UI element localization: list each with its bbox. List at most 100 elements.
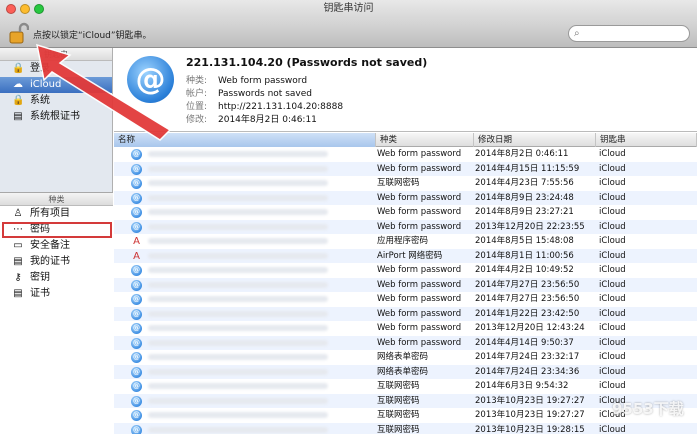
blurred-name [148, 151, 328, 157]
cell-kind: Web form password [377, 221, 462, 232]
table-row[interactable]: @ Web form password 2014年8月9日 23:27:21 iClo… [114, 205, 697, 220]
table-row[interactable]: @ Web form password 2014年1月22日 23:42:50 iCl… [114, 306, 697, 321]
search-field[interactable]: ⌕ [568, 25, 690, 42]
cell-keychain: iCloud [599, 250, 626, 261]
column-name[interactable]: 名称 [114, 133, 376, 147]
at-icon: @ [131, 337, 142, 349]
lock-hint-text: 点按以锁定“iCloud”钥匙串。 [33, 31, 152, 41]
blurred-name [148, 180, 328, 186]
sidebar-item-label: iCloud [30, 79, 62, 90]
sidebar-category-item[interactable]: ▤ 证书 [0, 286, 113, 302]
table-row[interactable]: @ 互联网密码 2013年10月23日 19:27:27 iCloud [114, 408, 697, 423]
at-icon: @ [131, 149, 142, 160]
cell-date: 2013年10月23日 19:28:15 [475, 424, 585, 434]
detail-value: 2014年8月2日 0:46:11 [218, 115, 317, 125]
at-icon: @ [131, 207, 142, 218]
cell-date: 2014年8月5日 15:48:08 [475, 236, 574, 246]
cloud-icon: ☁ [13, 79, 23, 90]
table-row[interactable]: @ 互联网密码 2013年10月23日 19:28:15 iCloud [114, 422, 697, 434]
zoom-window-button[interactable] [34, 4, 44, 14]
sidebar-item-label: 系统根证书 [30, 111, 80, 122]
cell-date: 2014年4月15日 11:15:59 [475, 163, 580, 174]
cell-keychain: iCloud [599, 294, 626, 304]
table-row[interactable]: @ Web form password 2013年12月20日 12:43:24 iC… [114, 321, 697, 336]
category-header: 种类 [0, 193, 113, 206]
minimize-window-button[interactable] [20, 4, 30, 14]
category-list: ♙ 所有项目 ⋯ 密码 ▭ 安全备注 ▤ 我的证书 ⚷ 密钥 ▤ 证书 [0, 206, 113, 302]
blurred-name [148, 252, 328, 259]
table-row[interactable]: @ 互联网密码 2014年4月23日 7:55:56 iCloud [114, 176, 697, 191]
sidebar-category-item[interactable]: ▭ 安全备注 [0, 238, 113, 254]
cell-keychain: iCloud [599, 236, 626, 246]
cell-date: 2014年8月9日 23:27:21 [475, 207, 574, 217]
at-icon: @ [131, 395, 142, 407]
person-icon: ♙ [13, 208, 23, 219]
table-row[interactable]: @ 网络表单密码 2014年7月24日 23:34:36 iCloud [114, 364, 697, 379]
certificate-icon: ▤ [13, 256, 23, 267]
table-row[interactable]: @ Web form password 2014年8月9日 23:24:48 iClo… [114, 190, 697, 205]
detail-row: 修改: 2014年8月2日 0:46:11 [186, 112, 317, 125]
detail-key: 种类: [186, 76, 208, 86]
cell-date: 2014年8月1日 11:00:56 [475, 250, 574, 261]
table-row[interactable]: @ Web form password 2014年7月27日 23:56:50 iCl… [114, 277, 697, 292]
table-row[interactable]: A AirPort 网络密码 2014年8月1日 11:00:56 iCloud [114, 248, 697, 263]
table-row[interactable]: @ Web form password 2013年12月20日 22:23:55 iC… [114, 219, 697, 234]
cell-keychain: iCloud [599, 163, 626, 174]
at-icon: @ [131, 308, 142, 320]
table-row[interactable]: A 应用程序密码 2014年8月5日 15:48:08 iCloud [114, 234, 697, 249]
table-row[interactable]: @ 互联网密码 2013年10月23日 19:27:27 iCloud [114, 393, 697, 408]
table-row[interactable]: @ Web form password 2014年8月2日 0:46:11 iClou… [114, 147, 697, 162]
lock-icon: 🔒 [12, 95, 25, 106]
cell-date: 2014年8月9日 23:24:48 [475, 192, 574, 203]
cell-kind: Web form password [377, 308, 462, 319]
detail-key: 修改: [186, 115, 208, 125]
cell-date: 2013年12月20日 12:43:24 [475, 323, 585, 333]
cell-keychain: iCloud [599, 178, 626, 188]
at-icon: @ [131, 221, 142, 233]
unlocked-padlock-icon[interactable] [7, 22, 29, 44]
cell-kind: Web form password [377, 163, 462, 174]
blurred-name [148, 296, 328, 302]
cell-kind: Web form password [377, 265, 462, 275]
cell-keychain: iCloud [599, 323, 626, 333]
cell-keychain: iCloud [599, 337, 626, 348]
table-row[interactable]: @ 网络表单密码 2014年7月24日 23:32:17 iCloud [114, 350, 697, 365]
blurred-name [148, 368, 328, 375]
at-icon: @ [131, 163, 142, 175]
at-icon: @ [131, 265, 142, 276]
cell-kind: 互联网密码 [377, 178, 420, 188]
table-row[interactable]: @ Web form password 2014年7月27日 23:56:50 iCl… [114, 292, 697, 307]
sidebar-category-item[interactable]: ▤ 我的证书 [0, 254, 113, 270]
cell-date: 2014年7月27日 23:56:50 [475, 279, 580, 290]
table-row[interactable]: @ Web form password 2014年4月2日 10:49:52 iClo… [114, 263, 697, 278]
sidebar-item-label: 登录 [30, 63, 50, 74]
column-kind[interactable]: 种类 [376, 133, 474, 147]
sidebar-keychain-item[interactable]: 🔒 登录 [0, 61, 112, 77]
sidebar-keychain-item[interactable]: 🔒 系统 [0, 93, 112, 109]
blurred-name [148, 165, 328, 172]
sidebar-keychain-item[interactable]: ▤ 系统根证书 [0, 109, 112, 125]
detail-title: 221.131.104.20 (Passwords not saved) [186, 56, 428, 69]
cell-date: 2014年7月27日 23:56:50 [475, 294, 580, 304]
sidebar-category-item[interactable]: ⚷ 密钥 [0, 270, 113, 286]
table-row[interactable]: @ 互联网密码 2014年6月3日 9:54:32 iCloud [114, 379, 697, 394]
cell-kind: 互联网密码 [377, 410, 420, 420]
search-input[interactable] [586, 27, 686, 40]
sidebar-category-item[interactable]: ♙ 所有项目 [0, 206, 113, 222]
sidebar-item-label: 密钥 [30, 272, 50, 283]
cell-kind: 网络表单密码 [377, 366, 429, 377]
blurred-name [148, 325, 328, 331]
blurred-name [148, 426, 328, 433]
detail-key: 帐户: [186, 89, 208, 99]
close-window-button[interactable] [6, 4, 16, 14]
detail-value: Passwords not saved [218, 89, 312, 99]
sidebar-keychain-item[interactable]: ☁ iCloud [0, 77, 112, 93]
at-icon: @ [131, 381, 142, 392]
column-keychain[interactable]: 钥匙串 [596, 133, 697, 147]
table-row[interactable]: @ Web form password 2014年4月15日 11:15:59 iCl… [114, 161, 697, 176]
at-icon: @ [131, 294, 142, 305]
blurred-name [148, 238, 328, 244]
table-row[interactable]: @ Web form password 2014年4月14日 9:50:37 iClo… [114, 335, 697, 350]
column-date[interactable]: 修改日期 [474, 133, 596, 147]
cell-kind: Web form password [377, 207, 462, 217]
